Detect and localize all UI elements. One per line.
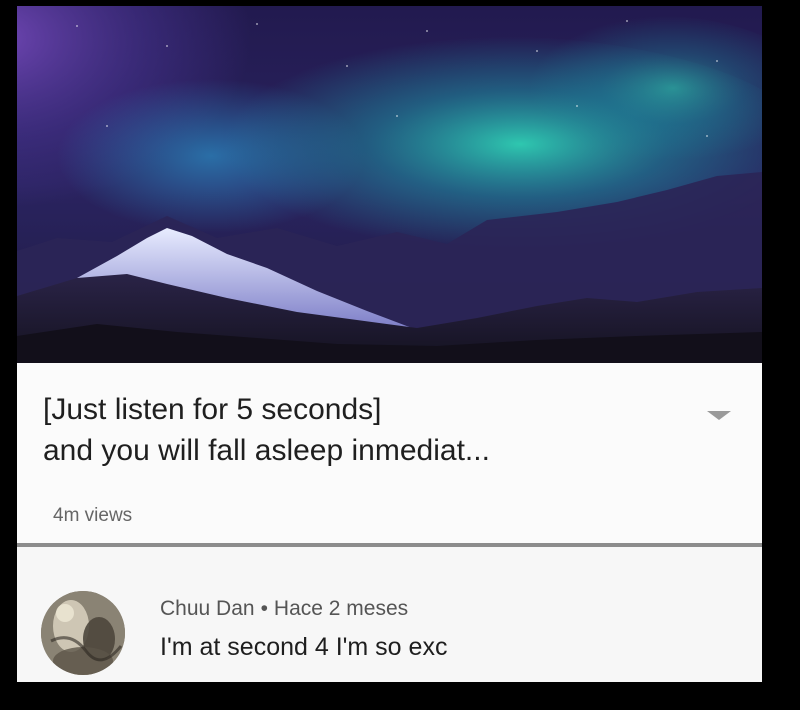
avatar[interactable]: [41, 591, 125, 675]
comment: Chuu Dan • Hace 2 meses I'm at second 4 I'…: [17, 547, 762, 682]
screenshot-frame: [Just listen for 5 seconds] and you will…: [17, 6, 762, 682]
comment-time: Hace 2 meses: [273, 597, 409, 620]
aurora-mountain-image: [17, 6, 762, 363]
video-info: [Just listen for 5 seconds] and you will…: [17, 363, 762, 543]
video-title[interactable]: [Just listen for 5 seconds] and you will…: [43, 389, 683, 471]
video-thumbnail[interactable]: [17, 6, 762, 363]
comment-author[interactable]: Chuu Dan: [160, 597, 255, 620]
view-count: 4m views: [53, 505, 133, 526]
video-title-line-2: and you will fall asleep inmediat...: [43, 434, 490, 467]
comment-text: I'm at second 4 I'm so exc: [160, 633, 448, 661]
meta-separator: •: [260, 597, 268, 620]
video-title-line-1: [Just listen for 5 seconds]: [43, 393, 382, 426]
avatar-image: [41, 591, 125, 675]
comment-meta: Chuu Dan • Hace 2 meses: [160, 597, 408, 621]
chevron-down-icon[interactable]: [707, 411, 731, 420]
